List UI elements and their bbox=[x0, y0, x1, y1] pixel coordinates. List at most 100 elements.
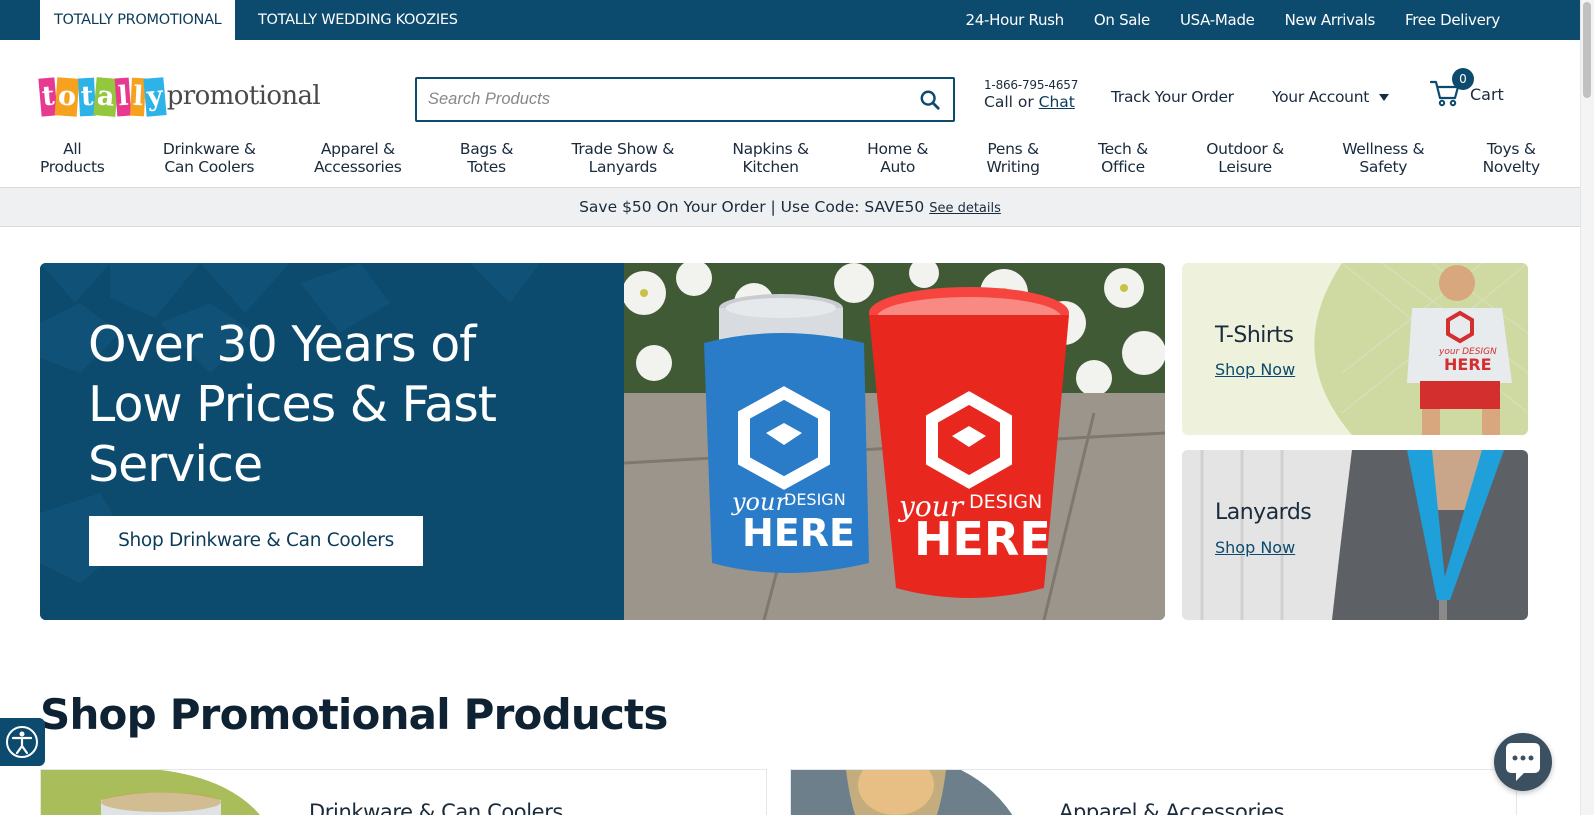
search-icon[interactable] bbox=[919, 89, 941, 111]
chat-link[interactable]: Chat bbox=[1039, 93, 1075, 111]
lanyards-card-title: Lanyards bbox=[1215, 500, 1312, 525]
hero-heading: Over 30 Years of Low Prices & Fast Servi… bbox=[88, 315, 588, 495]
category-line2: Products bbox=[40, 158, 105, 176]
site-logo[interactable]: t o t a l l y promotional bbox=[38, 72, 321, 117]
lanyard-photo bbox=[1182, 450, 1528, 620]
hero-banner: Over 30 Years of Low Prices & Fast Servi… bbox=[40, 263, 1165, 620]
category-line1: Home & bbox=[867, 140, 929, 158]
logo-wordmark: promotional bbox=[166, 81, 321, 111]
contact-block: 1-866-795-4657 Call or Chat bbox=[984, 78, 1078, 111]
call-or-chat: Call or Chat bbox=[984, 93, 1078, 111]
site-tab-totally-wedding-koozies[interactable]: TOTALLY WEDDING KOOZIES bbox=[244, 0, 472, 40]
cup-print-design: DESIGN bbox=[969, 491, 1042, 513]
track-order-link[interactable]: Track Your Order bbox=[1111, 88, 1234, 106]
link-new-arrivals[interactable]: New Arrivals bbox=[1285, 11, 1376, 29]
lanyards-shop-now-link[interactable]: Shop Now bbox=[1215, 538, 1295, 557]
call-text: Call or bbox=[984, 93, 1039, 111]
cart-label: Cart bbox=[1470, 85, 1504, 104]
category-all-products[interactable]: All Products bbox=[40, 140, 105, 186]
category-line2: Safety bbox=[1359, 158, 1408, 176]
category-line2: Office bbox=[1101, 158, 1145, 176]
accessibility-icon bbox=[6, 726, 38, 758]
category-line1: Drinkware & bbox=[162, 140, 256, 158]
tshirts-shop-now-link[interactable]: Shop Now bbox=[1215, 360, 1295, 379]
your-account-menu[interactable]: Your Account bbox=[1272, 88, 1389, 106]
chat-widget-button[interactable] bbox=[1494, 733, 1552, 791]
category-trade-show[interactable]: Trade Show & Lanyards bbox=[571, 140, 674, 186]
promo-banner: Save $50 On Your Order | Use Code: SAVE5… bbox=[0, 187, 1580, 227]
hero-heading-line: Low Prices & Fast bbox=[88, 376, 497, 433]
product-card-title: Drinkware & Can Coolers bbox=[309, 800, 563, 815]
apparel-thumbnail bbox=[791, 770, 1021, 815]
category-drinkware[interactable]: Drinkware & Can Coolers bbox=[163, 140, 256, 186]
category-wellness[interactable]: Wellness & Safety bbox=[1342, 140, 1424, 186]
page-scrollbar[interactable] bbox=[1580, 0, 1594, 815]
category-toys[interactable]: Toys & Novelty bbox=[1482, 140, 1541, 186]
lanyards-promo-card[interactable]: Lanyards Shop Now bbox=[1182, 450, 1528, 620]
category-line2: Writing bbox=[986, 158, 1040, 176]
hero-heading-line: Service bbox=[88, 436, 263, 493]
category-line1: Toys & bbox=[1486, 140, 1536, 158]
drinkware-thumbnail bbox=[41, 770, 271, 815]
tshirts-card-title: T-Shirts bbox=[1215, 323, 1294, 348]
category-apparel[interactable]: Apparel & Accessories bbox=[314, 140, 402, 186]
category-nav: All Products Drinkware & Can Coolers Appar… bbox=[40, 140, 1540, 186]
tshirt-photo: your DESIGN HERE bbox=[1182, 263, 1528, 435]
product-card-drinkware[interactable]: Drinkware & Can Coolers bbox=[40, 769, 767, 815]
top-bar: TOTALLY PROMOTIONAL TOTALLY WEDDING KOOZ… bbox=[0, 0, 1580, 40]
svg-text:HERE: HERE bbox=[1444, 355, 1492, 374]
see-details-link[interactable]: See details bbox=[929, 201, 1001, 216]
category-line1: Bags & bbox=[459, 140, 514, 158]
tshirts-promo-card[interactable]: your DESIGN HERE T-Shirts Shop Now bbox=[1182, 263, 1528, 435]
link-on-sale[interactable]: On Sale bbox=[1094, 11, 1150, 29]
search-box bbox=[415, 77, 955, 122]
category-outdoor[interactable]: Outdoor & Leisure bbox=[1206, 140, 1284, 186]
section-title: Shop Promotional Products bbox=[40, 690, 668, 739]
hero-product-photo[interactable]: your DESIGN HERE your DESIGN HERE bbox=[624, 263, 1165, 620]
product-card-apparel[interactable]: Apparel & Accessories bbox=[790, 769, 1517, 815]
koozie-print-here: HERE bbox=[742, 511, 855, 555]
category-line1: Tech & bbox=[1098, 140, 1148, 158]
category-line2: Totes bbox=[467, 158, 506, 176]
category-line2: Auto bbox=[880, 158, 916, 176]
category-napkins[interactable]: Napkins & Kitchen bbox=[732, 140, 809, 186]
category-line2: Accessories bbox=[314, 158, 402, 176]
category-bags[interactable]: Bags & Totes bbox=[459, 140, 514, 186]
promo-text: Save $50 On Your Order | Use Code: SAVE5… bbox=[579, 198, 925, 216]
phone-number[interactable]: 1-866-795-4657 bbox=[984, 78, 1078, 92]
category-line1: Wellness & bbox=[1342, 140, 1425, 158]
cart-button[interactable]: 0 Cart bbox=[1430, 68, 1510, 112]
search-input[interactable] bbox=[417, 79, 897, 120]
caret-down-icon bbox=[1379, 93, 1389, 101]
category-line1: Trade Show & bbox=[571, 140, 675, 158]
category-home-auto[interactable]: Home & Auto bbox=[867, 140, 928, 186]
top-links: 24-Hour Rush On Sale USA-Made New Arriva… bbox=[966, 0, 1501, 40]
logo-colored-letters: t o t a l l y bbox=[38, 77, 167, 117]
cup-print-here: HERE bbox=[914, 512, 1051, 566]
category-line1: Outdoor & bbox=[1206, 140, 1284, 158]
accessibility-button[interactable] bbox=[0, 718, 45, 766]
koozie-print-design: DESIGN bbox=[784, 490, 846, 509]
category-line2: Can Coolers bbox=[164, 158, 255, 176]
hero-heading-line: Over 30 Years of bbox=[88, 316, 476, 373]
category-line2: Novelty bbox=[1482, 158, 1541, 176]
link-24-hour-rush[interactable]: 24-Hour Rush bbox=[966, 11, 1065, 29]
category-line1: Apparel & bbox=[320, 140, 395, 158]
scrollbar-thumb[interactable] bbox=[1583, 2, 1591, 98]
your-account-label: Your Account bbox=[1272, 88, 1369, 106]
site-tab-totally-promotional[interactable]: TOTALLY PROMOTIONAL bbox=[40, 0, 236, 40]
category-pens[interactable]: Pens & Writing bbox=[986, 140, 1040, 186]
category-line2: Lanyards bbox=[588, 158, 658, 176]
product-card-title: Apparel & Accessories bbox=[1059, 800, 1285, 815]
link-usa-made[interactable]: USA-Made bbox=[1180, 11, 1255, 29]
chat-bubble-icon bbox=[1506, 743, 1540, 781]
logo-letter: o bbox=[55, 77, 80, 117]
category-tech[interactable]: Tech & Office bbox=[1098, 140, 1148, 186]
category-line1: Napkins & bbox=[732, 140, 809, 158]
category-line1: Pens & bbox=[987, 140, 1039, 158]
shop-drinkware-button[interactable]: Shop Drinkware & Can Coolers bbox=[89, 516, 423, 566]
logo-letter: y bbox=[143, 77, 167, 117]
category-line2: Leisure bbox=[1218, 158, 1272, 176]
link-free-delivery[interactable]: Free Delivery bbox=[1405, 11, 1500, 29]
category-line2: Kitchen bbox=[742, 158, 799, 176]
